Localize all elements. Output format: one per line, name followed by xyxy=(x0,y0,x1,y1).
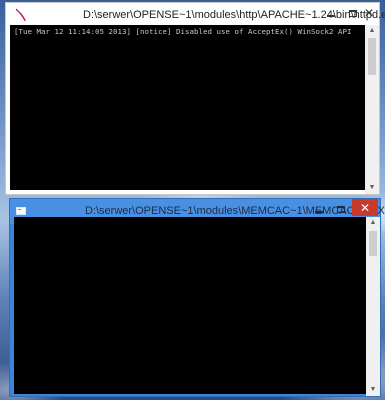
close-icon: ✕ xyxy=(359,200,371,215)
console-output[interactable]: [Tue Mar 12 11:14:05 2013] [notice] Disa… xyxy=(10,25,365,190)
scroll-thumb[interactable] xyxy=(369,231,377,256)
console-icon xyxy=(16,207,26,215)
scroll-up-arrow-icon[interactable]: ▲ xyxy=(366,217,380,229)
console-line: [Tue Mar 12 11:14:05 2013] [notice] Disa… xyxy=(14,27,352,36)
vertical-scrollbar[interactable]: ▲ ▼ xyxy=(366,217,380,396)
maximize-button[interactable] xyxy=(328,199,354,219)
scroll-up-arrow-icon[interactable]: ▲ xyxy=(365,25,379,37)
close-button[interactable]: ✕ xyxy=(352,199,378,216)
close-icon: ✕ xyxy=(363,6,375,20)
vertical-scrollbar[interactable]: ▲ ▼ xyxy=(365,25,379,194)
maximize-icon xyxy=(349,9,357,17)
scroll-thumb[interactable] xyxy=(368,38,376,75)
scroll-down-arrow-icon[interactable]: ▼ xyxy=(366,384,380,396)
close-button[interactable]: ✕ xyxy=(358,3,380,23)
scroll-down-arrow-icon[interactable]: ▼ xyxy=(365,182,379,194)
memcached-console-window[interactable]: D:\serwer\OPENSE~1\modules\MEMCAC~1\MEMC… xyxy=(9,198,385,397)
minimize-icon xyxy=(327,15,335,17)
console-output[interactable] xyxy=(14,217,366,394)
maximize-icon xyxy=(337,205,345,213)
feather-icon xyxy=(15,8,26,21)
httpd-console-window[interactable]: D:\serwer\OPENSE~1\modules\http\APACHE~1… xyxy=(5,2,385,195)
minimize-icon xyxy=(315,211,323,213)
